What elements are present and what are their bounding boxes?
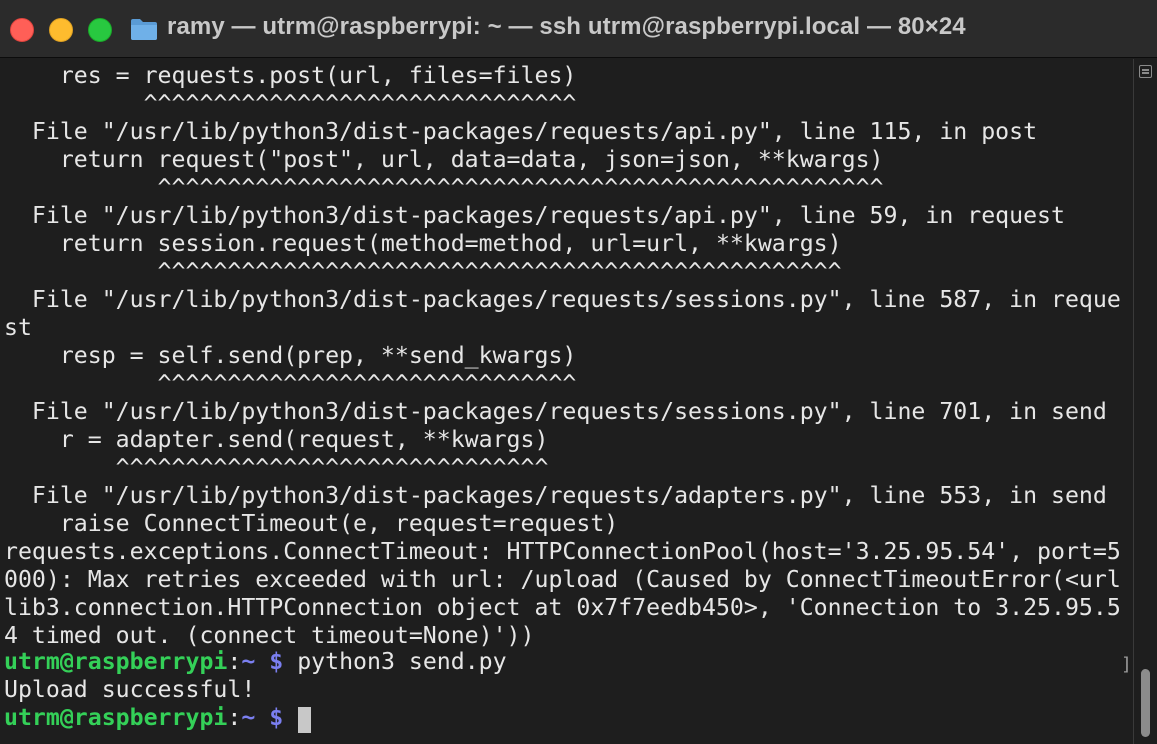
folder-icon (131, 19, 157, 40)
scrollbar-thumb[interactable] (1141, 669, 1150, 737)
maximize-icon[interactable] (88, 18, 112, 42)
output-line: requests.exceptions.ConnectTimeout: HTTP… (4, 538, 1121, 565)
prompt-path: ~ (241, 648, 256, 675)
terminal-output[interactable]: res = requests.post(url, files=files) ^^… (0, 59, 1133, 744)
output-line: raise ConnectTimeout(e, request=request) (4, 510, 619, 537)
window-title: ramy — utrm@raspberrypi: ~ — ssh utrm@ra… (167, 13, 966, 40)
output-line: File "/usr/lib/python3/dist-packages/req… (4, 482, 1107, 509)
command-prompt-line: utrm@raspberrypi:~ $ python3 send.py (4, 648, 507, 676)
marks-icon[interactable] (1139, 65, 1152, 78)
output-line: res = requests.post(url, files=files) (4, 62, 577, 89)
output-line: resp = self.send(prep, **send_kwargs) (4, 342, 577, 369)
active-prompt-line[interactable]: utrm@raspberrypi:~ $ (4, 704, 283, 732)
minimize-icon[interactable] (49, 18, 73, 42)
output-line: return request("post", url, data=data, j… (4, 146, 884, 173)
output-line: lib3.connection.HTTPConnection object at… (4, 594, 1121, 621)
output-line: File "/usr/lib/python3/dist-packages/req… (4, 118, 1038, 145)
output-line: ^^^^^^^^^^^^^^^^^^^^^^^^^^^^^^^ (4, 454, 549, 481)
vertical-scrollbar[interactable] (1133, 59, 1157, 744)
output-line: st (4, 314, 32, 341)
output-line: ^^^^^^^^^^^^^^^^^^^^^^^^^^^^^^ (4, 370, 577, 397)
output-line: return session.request(method=method, ur… (4, 230, 842, 257)
output-line: File "/usr/lib/python3/dist-packages/req… (4, 398, 1107, 425)
output-line: ^^^^^^^^^^^^^^^^^^^^^^^^^^^^^^^^^^^^^^^^… (4, 258, 842, 285)
title-bar[interactable]: ramy — utrm@raspberrypi: ~ — ssh utrm@ra… (0, 0, 1157, 58)
command-text: python3 send.py (283, 648, 507, 675)
text-cursor (298, 707, 311, 733)
output-line: 000): Max retries exceeded with url: /up… (4, 566, 1121, 593)
prompt-separator: : (227, 704, 242, 731)
prompt-separator: : (227, 648, 242, 675)
output-line: r = adapter.send(request, **kwargs) (4, 426, 549, 453)
prompt-user-host: utrm@raspberrypi (4, 648, 228, 675)
prompt-dollar: $ (255, 704, 284, 731)
close-icon[interactable] (10, 18, 34, 42)
output-line: ^^^^^^^^^^^^^^^^^^^^^^^^^^^^^^^ (4, 90, 577, 117)
prompt-dollar: $ (255, 648, 284, 675)
bracket-marker: ] (1121, 654, 1132, 675)
output-line: File "/usr/lib/python3/dist-packages/req… (4, 202, 1065, 229)
output-line: ^^^^^^^^^^^^^^^^^^^^^^^^^^^^^^^^^^^^^^^^… (4, 174, 884, 201)
prompt-user-host: utrm@raspberrypi (4, 704, 228, 731)
command-output-line: Upload successful! (4, 676, 256, 703)
terminal-window: ramy — utrm@raspberrypi: ~ — ssh utrm@ra… (0, 0, 1157, 744)
prompt-path: ~ (241, 704, 256, 731)
output-line: File "/usr/lib/python3/dist-packages/req… (4, 286, 1121, 313)
output-line: 4 timed out. (connect timeout=None)')) (4, 622, 535, 649)
